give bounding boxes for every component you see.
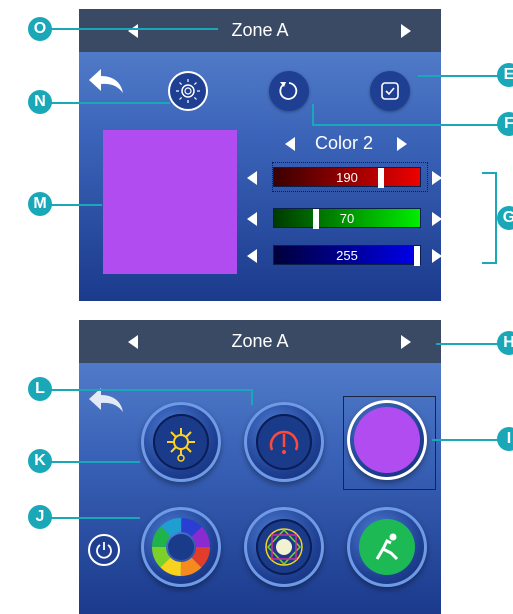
zone-title: Zone A bbox=[231, 20, 289, 40]
reset-button[interactable] bbox=[269, 71, 309, 111]
power-icon bbox=[96, 542, 112, 559]
callout-line-n bbox=[40, 102, 170, 104]
current-color-button[interactable] bbox=[347, 400, 427, 480]
color-selector: Color 2 bbox=[79, 131, 441, 157]
relax-mode-button[interactable] bbox=[347, 507, 427, 587]
next-zone-arrow-icon[interactable] bbox=[401, 24, 411, 38]
callout-l: L bbox=[28, 377, 52, 401]
green-track[interactable]: 70 bbox=[273, 208, 421, 229]
blue-thumb[interactable] bbox=[414, 246, 420, 266]
callout-line-f-v bbox=[312, 104, 314, 126]
color-wheel-button[interactable] bbox=[141, 507, 221, 587]
callout-i: I bbox=[497, 427, 513, 451]
callout-j: J bbox=[28, 505, 52, 529]
red-increase-arrow-icon[interactable] bbox=[432, 171, 441, 185]
blue-track[interactable]: 255 bbox=[273, 245, 421, 266]
blue-decrease-arrow-icon[interactable] bbox=[247, 249, 257, 263]
blue-slider[interactable]: 255 bbox=[247, 245, 441, 267]
color-mix-icon bbox=[265, 528, 303, 566]
zone-title: Zone A bbox=[231, 331, 289, 351]
callout-line-h bbox=[436, 343, 504, 345]
callout-e: E bbox=[497, 63, 513, 87]
red-value: 190 bbox=[336, 170, 358, 185]
callout-line-l bbox=[40, 389, 252, 391]
prev-color-arrow-icon[interactable] bbox=[285, 137, 295, 151]
next-color-arrow-icon[interactable] bbox=[397, 137, 407, 151]
color-wheel-icon bbox=[152, 518, 210, 576]
checkbox-icon bbox=[381, 82, 399, 100]
callout-line-j bbox=[40, 517, 140, 519]
blue-value: 255 bbox=[336, 248, 358, 263]
red-slider[interactable]: 190 bbox=[247, 167, 441, 189]
back-arrow-icon[interactable] bbox=[87, 67, 125, 95]
callout-line-k bbox=[40, 461, 140, 463]
red-thumb[interactable] bbox=[378, 168, 384, 188]
callout-line-g-bottom bbox=[482, 262, 497, 264]
brightness-button[interactable] bbox=[168, 71, 208, 111]
zone-header: Zone A bbox=[79, 320, 441, 363]
color-mix-button[interactable] bbox=[244, 507, 324, 587]
zone-control-screen: Zone A bbox=[79, 320, 441, 614]
callout-line-e bbox=[418, 75, 504, 77]
red-track[interactable]: 190 bbox=[273, 167, 421, 188]
callout-k: K bbox=[28, 449, 52, 473]
callout-n: N bbox=[28, 90, 52, 114]
speedometer-icon bbox=[269, 430, 299, 454]
green-decrease-arrow-icon[interactable] bbox=[247, 212, 257, 226]
next-zone-arrow-icon[interactable] bbox=[401, 335, 411, 349]
zone-header: Zone A bbox=[79, 9, 441, 52]
callout-line-o bbox=[40, 28, 218, 30]
green-thumb[interactable] bbox=[313, 209, 319, 229]
green-increase-arrow-icon[interactable] bbox=[432, 212, 441, 226]
confirm-button[interactable] bbox=[370, 71, 410, 111]
callout-f: F bbox=[497, 112, 513, 136]
speed-button[interactable] bbox=[244, 402, 324, 482]
current-color-dot bbox=[354, 407, 420, 473]
callout-line-f bbox=[312, 124, 504, 126]
color-edit-screen: Zone A Color 2 190 70 255 bbox=[79, 9, 441, 301]
callout-o: O bbox=[28, 17, 52, 41]
light-burst-icon bbox=[167, 428, 195, 462]
reset-icon bbox=[279, 82, 298, 100]
callout-m: M bbox=[28, 192, 52, 216]
green-slider[interactable]: 70 bbox=[247, 208, 441, 230]
color-label: Color 2 bbox=[314, 133, 374, 153]
callout-g: G bbox=[497, 206, 513, 230]
blue-increase-arrow-icon[interactable] bbox=[432, 249, 441, 263]
callout-line-l-v bbox=[251, 389, 253, 405]
callout-h: H bbox=[497, 331, 513, 355]
power-button[interactable] bbox=[88, 534, 120, 566]
brightness-icon bbox=[176, 79, 200, 103]
relax-mode-dot bbox=[359, 519, 415, 575]
red-decrease-arrow-icon[interactable] bbox=[247, 171, 257, 185]
light-show-button[interactable] bbox=[141, 402, 221, 482]
callout-line-i bbox=[432, 439, 504, 441]
green-value: 70 bbox=[339, 211, 355, 226]
reclining-person-icon bbox=[375, 533, 399, 561]
